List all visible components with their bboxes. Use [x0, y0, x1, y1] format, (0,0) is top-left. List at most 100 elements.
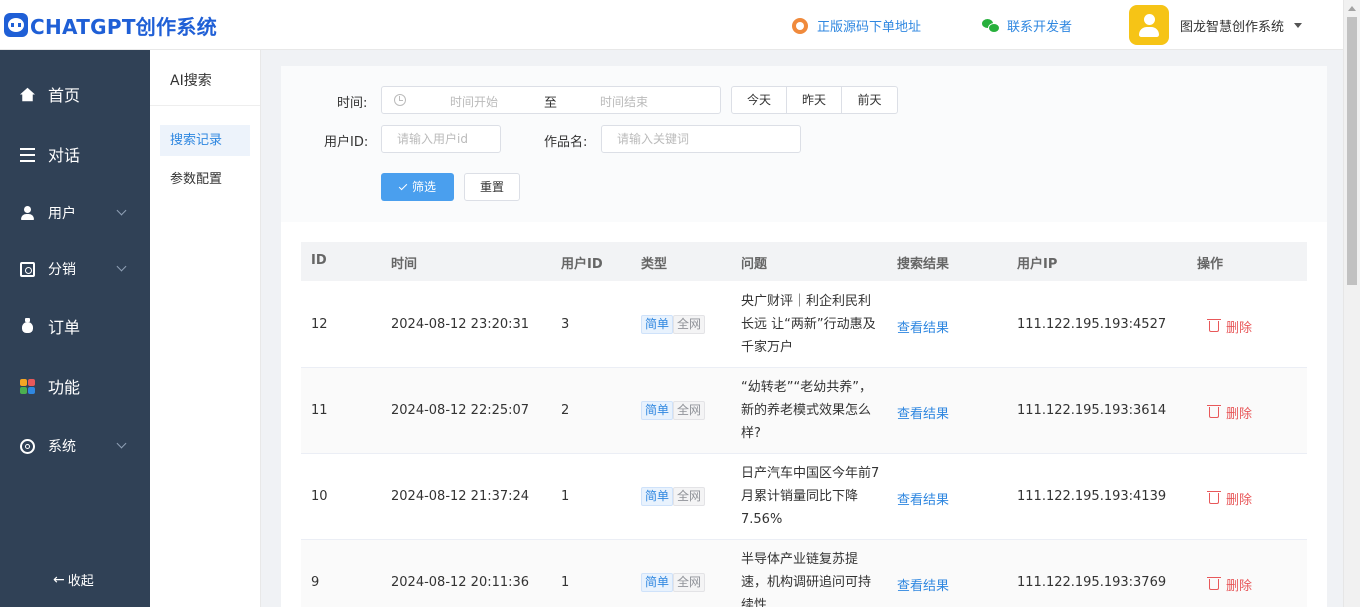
- column-header-question: 问题: [741, 257, 768, 272]
- table-row: 12 2024-08-12 23:20:31 3 简单 全网 央广财评｜利企利民…: [301, 282, 1307, 368]
- view-result-link[interactable]: 查看结果: [897, 489, 949, 508]
- sidebar-item-label: 分销: [48, 262, 76, 278]
- source-code-link[interactable]: 正版源码下单地址: [792, 16, 921, 35]
- subnav-divider: [150, 105, 260, 106]
- app-logo[interactable]: CHATGPT创作系统: [4, 11, 217, 39]
- grid-icon: [20, 379, 35, 394]
- cell-question: “幼转老”“老幼共养”，新的养老模式效果怎么样?: [741, 380, 872, 441]
- delete-label: 删除: [1226, 579, 1253, 594]
- column-header-id: ID: [311, 253, 327, 268]
- day-before-yesterday-button[interactable]: 前天: [842, 87, 897, 113]
- tag-whole-web: 全网: [673, 573, 706, 592]
- cell-time: 2024-08-12 20:11:36: [391, 575, 530, 590]
- cell-user-id: 2: [561, 403, 570, 418]
- yesterday-button[interactable]: 昨天: [787, 87, 842, 113]
- work-name-input[interactable]: 请输入关键词: [601, 125, 801, 153]
- user-menu[interactable]: 图龙智慧创作系统: [1129, 5, 1303, 45]
- sidebar-item-label: 订单: [48, 318, 81, 337]
- column-header-search-result: 搜索结果: [897, 257, 950, 272]
- sidebar-item-distribution[interactable]: 分销: [0, 249, 150, 289]
- cell-id: 11: [311, 403, 328, 418]
- user-icon: [20, 206, 35, 221]
- gear-icon: [20, 439, 35, 454]
- contact-developer-label: 联系开发者: [1007, 20, 1073, 35]
- type-tags: 简单 全网: [641, 401, 706, 420]
- sidebar-item-orders[interactable]: 订单: [0, 306, 150, 346]
- list-icon: [20, 148, 35, 162]
- contact-developer-link[interactable]: 联系开发者: [982, 16, 1072, 35]
- view-result-link[interactable]: 查看结果: [897, 403, 949, 422]
- sidebar-item-label: 对话: [48, 146, 81, 165]
- end-time-input[interactable]: 时间结束: [600, 93, 648, 110]
- view-result-link[interactable]: 查看结果: [897, 575, 949, 594]
- sidebar-item-label: 功能: [48, 378, 81, 397]
- sidebar-item-features[interactable]: 功能: [0, 366, 150, 406]
- today-button[interactable]: 今天: [732, 87, 787, 113]
- cell-id: 9: [311, 575, 320, 590]
- chevron-down-icon: [116, 261, 127, 272]
- subnav-item-search-records[interactable]: 搜索记录: [160, 125, 250, 156]
- cell-time: 2024-08-12 21:37:24: [391, 489, 530, 504]
- sidebar-item-system[interactable]: 系统: [0, 426, 150, 466]
- collapse-label: 收起: [67, 574, 94, 589]
- tag-whole-web: 全网: [673, 487, 706, 506]
- sidebar-item-users[interactable]: 用户: [0, 193, 150, 233]
- scroll-up-arrow-icon[interactable]: [1348, 6, 1356, 11]
- reset-button[interactable]: 重置: [464, 173, 520, 201]
- type-tags: 简单 全网: [641, 487, 706, 506]
- type-tags: 简单 全网: [641, 315, 706, 334]
- wechat-icon: [982, 18, 1000, 34]
- tag-whole-web: 全网: [673, 315, 706, 334]
- sidebar-item-label: 用户: [48, 206, 76, 222]
- type-tags: 简单 全网: [641, 573, 706, 592]
- cell-user-ip: 111.122.195.193:4139: [1017, 489, 1167, 504]
- cell-user-ip: 111.122.195.193:4527: [1017, 317, 1167, 332]
- column-header-time: 时间: [391, 257, 418, 272]
- column-header-actions: 操作: [1197, 257, 1224, 272]
- sidebar-item-chat[interactable]: 对话: [0, 134, 150, 174]
- table-row: 10 2024-08-12 21:37:24 1 简单 全网 日产汽车中国区今年…: [301, 454, 1307, 540]
- source-icon: [792, 17, 808, 34]
- collapse-sidebar-button[interactable]: ← 收起: [53, 570, 94, 590]
- filter-button-label: 筛选: [411, 180, 436, 194]
- column-header-user-id: 用户ID: [561, 257, 603, 272]
- column-header-user-ip: 用户IP: [1017, 257, 1058, 272]
- time-range-picker[interactable]: 时间开始 至 时间结束: [381, 86, 721, 114]
- page-scrollbar[interactable]: [1343, 0, 1360, 607]
- filter-button[interactable]: 筛选: [381, 173, 454, 201]
- delete-button[interactable]: 删除: [1207, 489, 1252, 508]
- cell-question: 央广财评｜利企利民利长远 让“两新”行动惠及千家万户: [741, 294, 876, 355]
- cell-id: 10: [311, 489, 328, 504]
- caret-down-icon: [1294, 22, 1303, 28]
- quick-date-buttons: 今天 昨天 前天: [731, 86, 898, 114]
- delete-button[interactable]: 删除: [1207, 317, 1253, 336]
- trash-icon: [1207, 405, 1221, 418]
- user-id-label: 用户ID:: [324, 135, 369, 150]
- delete-label: 删除: [1226, 321, 1253, 336]
- user-id-input[interactable]: 请输入用户id: [381, 125, 501, 153]
- check-icon: [398, 181, 408, 191]
- tag-simple: 简单: [641, 315, 674, 334]
- avatar: [1129, 5, 1169, 45]
- trash-icon: [1207, 577, 1221, 590]
- subnav-item-parameter-config[interactable]: 参数配置: [160, 164, 250, 195]
- table-row: 11 2024-08-12 22:25:07 2 简单 全网 “幼转老”“老幼共…: [301, 368, 1307, 454]
- cell-time: 2024-08-12 22:25:07: [391, 403, 530, 418]
- cell-user-id: 1: [561, 489, 570, 504]
- content-card: 时间: 时间开始 至 时间结束 今天 昨天 前天 用户ID: 请输入用户id 作…: [281, 66, 1327, 607]
- start-time-input[interactable]: 时间开始: [450, 93, 498, 110]
- distribution-icon: [20, 262, 35, 277]
- sub-navigation: AI搜索 搜索记录 参数配置: [150, 50, 261, 607]
- sidebar-item-home[interactable]: 首页: [0, 74, 150, 114]
- cell-user-id: 1: [561, 575, 570, 590]
- view-result-link[interactable]: 查看结果: [897, 317, 949, 336]
- time-label: 时间:: [337, 96, 368, 111]
- delete-button[interactable]: 删除: [1207, 575, 1253, 594]
- top-header: CHATGPT创作系统 正版源码下单地址 联系开发者 图龙智慧创作系统: [0, 0, 1343, 50]
- trash-icon: [1207, 491, 1221, 504]
- delete-button[interactable]: 删除: [1207, 403, 1253, 422]
- scroll-thumb[interactable]: [1347, 17, 1357, 285]
- work-name-label: 作品名:: [544, 135, 588, 150]
- cell-question: 日产汽车中国区今年前7月累计销量同比下降7.56%: [741, 466, 880, 527]
- delete-label: 删除: [1226, 407, 1253, 422]
